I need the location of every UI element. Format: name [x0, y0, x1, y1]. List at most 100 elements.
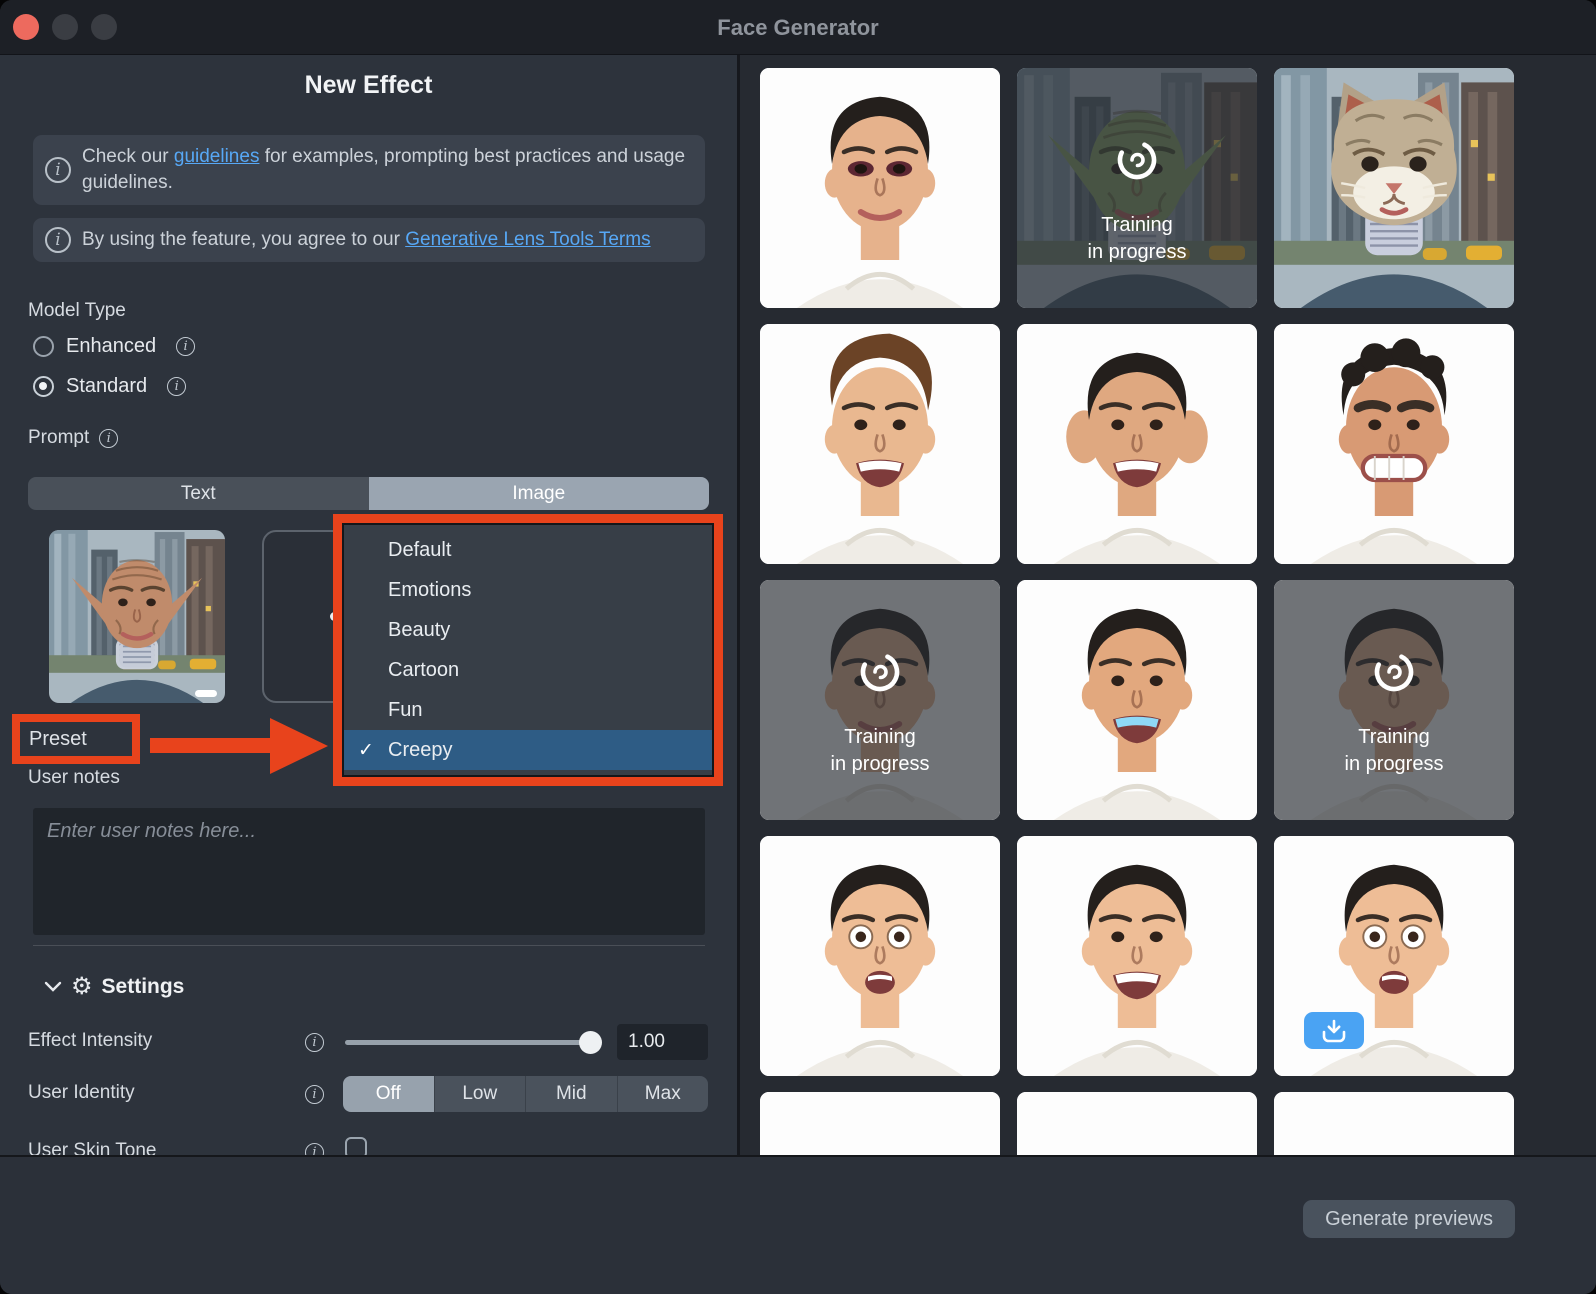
titlebar: Face Generator: [0, 0, 1596, 55]
user-identity-row: User Identity i Off Low Mid Max: [0, 1075, 737, 1115]
tab-image[interactable]: Image: [368, 477, 709, 510]
preview-tile-7[interactable]: Training in progress: [760, 580, 1000, 820]
chevron-down-icon: [44, 981, 62, 992]
preview-tile-15[interactable]: [1274, 1092, 1514, 1155]
preview-grid: Training in progress Training in progress Tr…: [740, 55, 1596, 1155]
new-effect-panel: New Effect i Check our guidelines for ex…: [0, 55, 737, 1155]
user-skin-tone-label: User Skin Tone: [28, 1140, 157, 1155]
prompt-info-icon[interactable]: i: [99, 428, 119, 448]
radio-label: Enhanced: [66, 335, 157, 357]
enhanced-info-icon[interactable]: i: [176, 337, 196, 356]
user-skin-tone-info-icon[interactable]: i: [305, 1143, 324, 1155]
preset-menu-item-fun[interactable]: ✓Fun: [344, 690, 712, 730]
menu-item-label: Beauty: [388, 618, 451, 641]
preview-tile-11[interactable]: [1017, 836, 1257, 1076]
identity-segment-max[interactable]: Max: [617, 1076, 708, 1112]
guidelines-info-box: i Check our guidelines for examples, pro…: [33, 135, 705, 205]
preview-tile-2[interactable]: Training in progress: [1017, 68, 1257, 308]
user-identity-info-icon[interactable]: i: [305, 1085, 324, 1104]
effect-intensity-info-icon[interactable]: i: [305, 1033, 324, 1052]
training-label-line2: in progress: [830, 752, 930, 775]
terms-link[interactable]: Generative Lens Tools Terms: [405, 229, 650, 250]
preview-tile-5[interactable]: [1017, 324, 1257, 564]
window-title: Face Generator: [717, 15, 879, 40]
menu-item-label: Cartoon: [388, 658, 460, 681]
training-label-line1: Training: [1358, 726, 1430, 749]
effect-intensity-row: Effect Intensity i 1.00: [0, 1023, 737, 1063]
gear-icon: ⚙: [71, 973, 93, 1000]
tab-text[interactable]: Text: [28, 477, 369, 510]
preset-menu-item-cartoon[interactable]: ✓Cartoon: [344, 650, 712, 690]
preset-menu-item-emotions[interactable]: ✓Emotions: [344, 570, 712, 610]
preset-annotation-rectangle: Preset: [12, 714, 140, 764]
settings-header[interactable]: ⚙ Settings: [44, 975, 184, 999]
download-icon: [1321, 1019, 1347, 1043]
preview-tile-14[interactable]: [1017, 1092, 1257, 1155]
preview-tile-1[interactable]: [760, 68, 1000, 308]
preview-tile-10[interactable]: [760, 836, 1000, 1076]
generate-previews-button[interactable]: Generate previews: [1303, 1200, 1515, 1238]
radio-enhanced[interactable]: Enhanced i: [33, 335, 196, 358]
effect-intensity-slider[interactable]: [345, 1040, 590, 1045]
prompt-tabs: Text Image: [28, 477, 709, 510]
app-window: Face Generator New Effect i Check our gu…: [0, 0, 1596, 1294]
menu-item-label: Creepy: [388, 738, 453, 761]
menu-item-label: Fun: [388, 698, 423, 721]
model-type-label: Model Type: [28, 300, 126, 321]
thumbnail-badge: [195, 690, 217, 697]
preset-dropdown-menu: ✓Default✓Emotions✓Beauty✓Cartoon✓Fun ✓ Cre…: [342, 523, 714, 777]
preview-tile-3[interactable]: [1274, 68, 1514, 308]
divider: [33, 945, 705, 946]
spinner-icon: [853, 645, 907, 699]
user-identity-segmented-control: Off Low Mid Max: [343, 1076, 708, 1112]
checkmark-icon: ✓: [358, 739, 374, 761]
training-label-line1: Training: [1101, 214, 1173, 237]
panel-title: New Effect: [304, 71, 433, 99]
menu-item-label: Emotions: [388, 578, 472, 601]
settings-title: Settings: [101, 975, 185, 998]
training-label-line2: in progress: [1087, 240, 1187, 263]
effect-intensity-label: Effect Intensity: [28, 1030, 153, 1051]
identity-segment-off[interactable]: Off: [343, 1076, 435, 1112]
spinner-icon: [1110, 133, 1164, 187]
user-notes-textarea[interactable]: [33, 808, 705, 935]
effect-intensity-slider-thumb[interactable]: [579, 1031, 602, 1054]
effect-intensity-value[interactable]: 1.00: [617, 1024, 708, 1060]
preset-dropdown-annotation: ✓Default✓Emotions✓Beauty✓Cartoon✓Fun ✓ Cre…: [333, 514, 723, 786]
preview-tile-12[interactable]: [1274, 836, 1514, 1076]
preview-tile-13[interactable]: [760, 1092, 1000, 1155]
radio-circle[interactable]: [33, 376, 54, 397]
radio-circle[interactable]: [33, 336, 54, 357]
preview-tile-8[interactable]: [1017, 580, 1257, 820]
preview-tile-9[interactable]: Training in progress: [1274, 580, 1514, 820]
training-label-line2: in progress: [1344, 752, 1444, 775]
training-overlay: [760, 580, 1000, 820]
download-button[interactable]: [1304, 1012, 1364, 1049]
bottom-bar: Generate previews: [0, 1155, 1596, 1294]
preset-menu-item-beauty[interactable]: ✓Beauty: [344, 610, 712, 650]
preview-tile-4[interactable]: [760, 324, 1000, 564]
prompt-label-row: Prompt i: [28, 427, 119, 449]
guidelines-link[interactable]: guidelines: [174, 146, 260, 167]
info-icon: i: [45, 227, 71, 253]
user-notes-label: User notes: [28, 767, 120, 788]
user-skin-tone-row: User Skin Tone i: [0, 1133, 737, 1155]
annotation-arrow: [150, 738, 272, 753]
identity-segment-mid[interactable]: Mid: [526, 1076, 618, 1112]
preview-tile-6[interactable]: [1274, 324, 1514, 564]
user-skin-tone-checkbox[interactable]: [345, 1137, 367, 1155]
identity-segment-low[interactable]: Low: [434, 1076, 526, 1112]
prompt-label: Prompt: [28, 427, 90, 448]
standard-info-icon[interactable]: i: [167, 377, 187, 396]
training-overlay: [1274, 580, 1514, 820]
training-label-line1: Training: [844, 726, 916, 749]
preset-label: Preset: [29, 727, 87, 750]
user-identity-label: User Identity: [28, 1082, 135, 1103]
training-overlay: [1017, 68, 1257, 308]
preset-menu-item-default[interactable]: ✓Default: [344, 530, 712, 570]
menu-item-label: Default: [388, 538, 452, 561]
radio-standard[interactable]: Standard i: [33, 375, 187, 398]
preset-menu-item-creepy[interactable]: ✓ Creepy: [344, 730, 712, 770]
terms-info-box: i By using the feature, you agree to our…: [33, 218, 705, 262]
prompt-image-thumbnail[interactable]: [49, 530, 225, 703]
